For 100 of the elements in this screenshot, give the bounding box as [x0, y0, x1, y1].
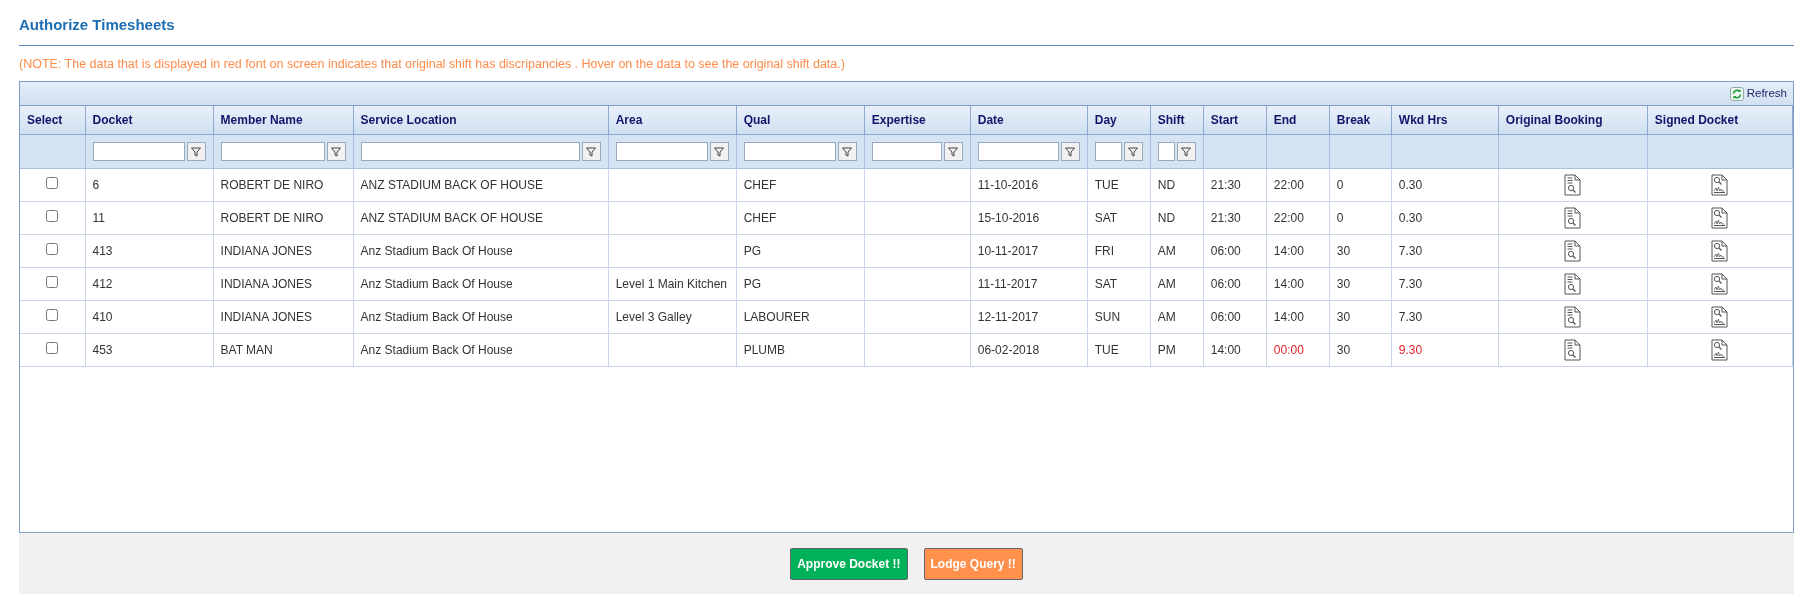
filter-icon	[842, 146, 853, 157]
filter-button[interactable]	[1123, 142, 1143, 162]
table-cell: 14:00	[1266, 234, 1330, 268]
table-cell: 06-02-2018	[970, 333, 1088, 367]
table-cell: AM	[1150, 234, 1204, 268]
table-cell: AM	[1150, 300, 1204, 334]
column-header: Select	[20, 106, 85, 135]
table-cell: 30	[1329, 333, 1392, 367]
filter-icon	[586, 146, 597, 157]
column-header: Original Booking	[1498, 106, 1648, 135]
filter-button[interactable]	[943, 142, 963, 162]
table-cell: 14:00	[1266, 300, 1330, 334]
table-cell: ROBERT DE NIRO	[213, 201, 354, 235]
filter-icon	[948, 146, 959, 157]
signed-document-icon[interactable]	[1711, 339, 1729, 362]
filter-field[interactable]	[92, 142, 185, 162]
row-checkbox[interactable]	[46, 276, 59, 289]
table-cell: SAT	[1087, 267, 1151, 301]
document-search-icon[interactable]	[1564, 273, 1582, 296]
table-cell: Anz Stadium Back Of House	[353, 234, 609, 268]
row-checkbox[interactable]	[46, 243, 59, 256]
table-cell: Anz Stadium Back Of House	[353, 333, 609, 367]
table-cell: PM	[1150, 333, 1204, 367]
table-cell: FRI	[1087, 234, 1151, 268]
document-search-icon[interactable]	[1564, 240, 1582, 263]
table-cell: 06:00	[1203, 234, 1267, 268]
table-cell: 453	[85, 333, 214, 367]
row-checkbox[interactable]	[46, 210, 59, 223]
filter-button[interactable]	[837, 142, 857, 162]
table-cell: Anz Stadium Back Of House	[353, 267, 609, 301]
table-cell: 11-11-2017	[970, 267, 1088, 301]
filter-button[interactable]	[1176, 142, 1196, 162]
signed-document-icon[interactable]	[1711, 240, 1729, 263]
row-checkbox[interactable]	[46, 342, 59, 355]
table-cell: 11-10-2016	[970, 168, 1088, 202]
table-cell: 15-10-2016	[970, 201, 1088, 235]
column-header: Expertise	[864, 106, 971, 135]
document-search-icon[interactable]	[1564, 174, 1582, 197]
table-cell: 410	[85, 300, 214, 334]
table-cell: 7.30	[1391, 234, 1499, 268]
document-search-icon[interactable]	[1564, 207, 1582, 230]
filter-button[interactable]	[326, 142, 346, 162]
filter-field[interactable]	[360, 142, 580, 162]
filter-field[interactable]	[615, 142, 708, 162]
filter-icon	[1065, 146, 1076, 157]
signed-document-icon[interactable]	[1711, 207, 1729, 230]
table-cell: 11	[85, 201, 214, 235]
filter-icon	[714, 146, 725, 157]
filter-field[interactable]	[743, 142, 836, 162]
row-checkbox[interactable]	[46, 177, 59, 190]
column-header: End	[1266, 106, 1330, 135]
table-cell: 12-11-2017	[970, 300, 1088, 334]
refresh-icon	[1729, 86, 1744, 101]
table-cell: INDIANA JONES	[213, 300, 354, 334]
table-cell: 21:30	[1203, 201, 1267, 235]
filter-field[interactable]	[977, 142, 1059, 162]
filter-button[interactable]	[581, 142, 601, 162]
column-header: Break	[1329, 106, 1392, 135]
table-cell: Anz Stadium Back Of House	[353, 300, 609, 334]
table-cell: 00:00	[1266, 333, 1330, 367]
table-cell: 06:00	[1203, 300, 1267, 334]
table-cell: Level 3 Galley	[608, 300, 737, 334]
table-cell: 14:00	[1266, 267, 1330, 301]
table-cell: 412	[85, 267, 214, 301]
signed-document-icon[interactable]	[1711, 273, 1729, 296]
filter-field[interactable]	[220, 142, 325, 162]
filter-button[interactable]	[709, 142, 729, 162]
signed-document-icon[interactable]	[1711, 174, 1729, 197]
table-cell: ANZ STADIUM BACK OF HOUSE	[353, 168, 609, 202]
refresh-button[interactable]: Refresh	[1729, 85, 1787, 103]
table-cell: INDIANA JONES	[213, 267, 354, 301]
table-cell: 06:00	[1203, 267, 1267, 301]
table-cell: ANZ STADIUM BACK OF HOUSE	[353, 201, 609, 235]
table-cell: 413	[85, 234, 214, 268]
lodge-query-button[interactable]: Lodge Query !!	[923, 547, 1023, 580]
page-title: Authorize Timesheets	[19, 0, 1794, 46]
discrepancy-note: (NOTE: The data that is displayed in red font on screen indicates that original shift has discripancies . Hover on the data to see the original shift data.)	[19, 55, 846, 73]
table-cell: PLUMB	[736, 333, 865, 367]
table-cell: SAT	[1087, 201, 1151, 235]
filter-field[interactable]	[871, 142, 942, 162]
column-header: Date	[970, 106, 1088, 135]
table-cell: 10-11-2017	[970, 234, 1088, 268]
table-cell: 14:00	[1203, 333, 1267, 367]
column-header: Day	[1087, 106, 1151, 135]
column-header: Docket	[85, 106, 214, 135]
filter-button[interactable]	[186, 142, 206, 162]
filter-field[interactable]	[1157, 142, 1175, 162]
row-checkbox[interactable]	[46, 309, 59, 322]
filter-field[interactable]	[1094, 142, 1122, 162]
approve-docket-button[interactable]: Approve Docket !!	[790, 547, 908, 580]
document-search-icon[interactable]	[1564, 306, 1582, 329]
document-search-icon[interactable]	[1564, 339, 1582, 362]
table-cell: ND	[1150, 201, 1204, 235]
signed-document-icon[interactable]	[1711, 306, 1729, 329]
column-header: Service Location	[353, 106, 609, 135]
filter-button[interactable]	[1060, 142, 1080, 162]
column-header: Wkd Hrs	[1391, 106, 1499, 135]
table-cell: PG	[736, 267, 865, 301]
table-cell: AM	[1150, 267, 1204, 301]
column-header: Area	[608, 106, 737, 135]
